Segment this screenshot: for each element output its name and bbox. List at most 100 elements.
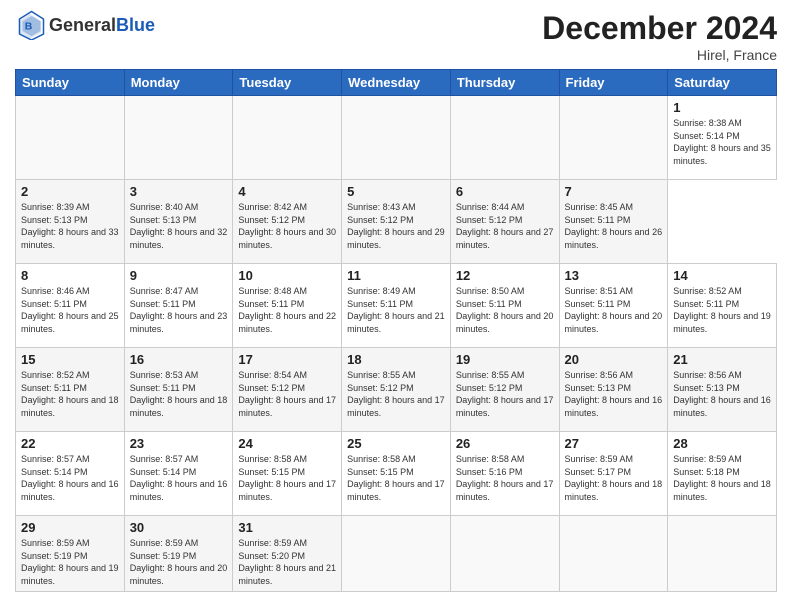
- day-info: Sunrise: 8:43 AMSunset: 5:12 PMDaylight:…: [347, 202, 445, 250]
- day-info: Sunrise: 8:52 AMSunset: 5:11 PMDaylight:…: [673, 286, 771, 334]
- day-info: Sunrise: 8:40 AMSunset: 5:13 PMDaylight:…: [130, 202, 228, 250]
- month-title: December 2024: [542, 10, 777, 47]
- svg-text:B: B: [25, 21, 33, 33]
- day-info: Sunrise: 8:58 AMSunset: 5:15 PMDaylight:…: [238, 454, 336, 502]
- table-row: [559, 516, 668, 592]
- table-row: 31 Sunrise: 8:59 AMSunset: 5:20 PMDaylig…: [233, 516, 342, 592]
- day-info: Sunrise: 8:55 AMSunset: 5:12 PMDaylight:…: [347, 370, 445, 418]
- day-number: 2: [21, 184, 119, 199]
- day-number: 18: [347, 352, 445, 367]
- day-info: Sunrise: 8:50 AMSunset: 5:11 PMDaylight:…: [456, 286, 554, 334]
- title-area: December 2024 Hirel, France: [542, 10, 777, 63]
- col-thursday: Thursday: [450, 70, 559, 96]
- day-number: 31: [238, 520, 336, 535]
- table-row: 15 Sunrise: 8:52 AMSunset: 5:11 PMDaylig…: [16, 348, 125, 432]
- table-row: 14 Sunrise: 8:52 AMSunset: 5:11 PMDaylig…: [668, 264, 777, 348]
- day-number: 7: [565, 184, 663, 199]
- day-number: 8: [21, 268, 119, 283]
- table-row: 20 Sunrise: 8:56 AMSunset: 5:13 PMDaylig…: [559, 348, 668, 432]
- table-row: [450, 96, 559, 180]
- table-row: 9 Sunrise: 8:47 AMSunset: 5:11 PMDayligh…: [124, 264, 233, 348]
- day-number: 22: [21, 436, 119, 451]
- day-info: Sunrise: 8:51 AMSunset: 5:11 PMDaylight:…: [565, 286, 663, 334]
- col-wednesday: Wednesday: [342, 70, 451, 96]
- day-number: 25: [347, 436, 445, 451]
- day-number: 1: [673, 100, 771, 115]
- logo: B GeneralBlue: [15, 10, 155, 40]
- day-info: Sunrise: 8:55 AMSunset: 5:12 PMDaylight:…: [456, 370, 554, 418]
- day-number: 20: [565, 352, 663, 367]
- day-number: 14: [673, 268, 771, 283]
- logo-blue: Blue: [116, 15, 155, 35]
- table-row: 19 Sunrise: 8:55 AMSunset: 5:12 PMDaylig…: [450, 348, 559, 432]
- table-row: [124, 96, 233, 180]
- day-number: 11: [347, 268, 445, 283]
- day-info: Sunrise: 8:59 AMSunset: 5:20 PMDaylight:…: [238, 538, 336, 586]
- day-number: 12: [456, 268, 554, 283]
- day-info: Sunrise: 8:56 AMSunset: 5:13 PMDaylight:…: [565, 370, 663, 418]
- table-row: 26 Sunrise: 8:58 AMSunset: 5:16 PMDaylig…: [450, 432, 559, 516]
- col-tuesday: Tuesday: [233, 70, 342, 96]
- table-row: 12 Sunrise: 8:50 AMSunset: 5:11 PMDaylig…: [450, 264, 559, 348]
- day-number: 27: [565, 436, 663, 451]
- day-number: 21: [673, 352, 771, 367]
- day-info: Sunrise: 8:59 AMSunset: 5:17 PMDaylight:…: [565, 454, 663, 502]
- table-row: 2 Sunrise: 8:39 AMSunset: 5:13 PMDayligh…: [16, 180, 125, 264]
- day-number: 5: [347, 184, 445, 199]
- table-row: 29 Sunrise: 8:59 AMSunset: 5:19 PMDaylig…: [16, 516, 125, 592]
- table-row: 3 Sunrise: 8:40 AMSunset: 5:13 PMDayligh…: [124, 180, 233, 264]
- day-info: Sunrise: 8:45 AMSunset: 5:11 PMDaylight:…: [565, 202, 663, 250]
- day-info: Sunrise: 8:59 AMSunset: 5:19 PMDaylight:…: [130, 538, 228, 586]
- page-container: B GeneralBlue December 2024 Hirel, Franc…: [0, 0, 792, 602]
- day-info: Sunrise: 8:46 AMSunset: 5:11 PMDaylight:…: [21, 286, 119, 334]
- day-number: 4: [238, 184, 336, 199]
- day-number: 30: [130, 520, 228, 535]
- day-number: 26: [456, 436, 554, 451]
- table-row: 7 Sunrise: 8:45 AMSunset: 5:11 PMDayligh…: [559, 180, 668, 264]
- location: Hirel, France: [542, 47, 777, 63]
- day-info: Sunrise: 8:47 AMSunset: 5:11 PMDaylight:…: [130, 286, 228, 334]
- day-info: Sunrise: 8:58 AMSunset: 5:15 PMDaylight:…: [347, 454, 445, 502]
- day-number: 9: [130, 268, 228, 283]
- table-row: 22 Sunrise: 8:57 AMSunset: 5:14 PMDaylig…: [16, 432, 125, 516]
- day-info: Sunrise: 8:44 AMSunset: 5:12 PMDaylight:…: [456, 202, 554, 250]
- day-info: Sunrise: 8:59 AMSunset: 5:19 PMDaylight:…: [21, 538, 119, 586]
- table-row: 18 Sunrise: 8:55 AMSunset: 5:12 PMDaylig…: [342, 348, 451, 432]
- table-row: 8 Sunrise: 8:46 AMSunset: 5:11 PMDayligh…: [16, 264, 125, 348]
- table-row: 11 Sunrise: 8:49 AMSunset: 5:11 PMDaylig…: [342, 264, 451, 348]
- day-number: 28: [673, 436, 771, 451]
- table-row: [233, 96, 342, 180]
- table-row: 6 Sunrise: 8:44 AMSunset: 5:12 PMDayligh…: [450, 180, 559, 264]
- day-number: 23: [130, 436, 228, 451]
- col-sunday: Sunday: [16, 70, 125, 96]
- table-row: [342, 516, 451, 592]
- day-number: 6: [456, 184, 554, 199]
- header: B GeneralBlue December 2024 Hirel, Franc…: [15, 10, 777, 63]
- day-info: Sunrise: 8:53 AMSunset: 5:11 PMDaylight:…: [130, 370, 228, 418]
- col-saturday: Saturday: [668, 70, 777, 96]
- day-info: Sunrise: 8:59 AMSunset: 5:18 PMDaylight:…: [673, 454, 771, 502]
- day-number: 13: [565, 268, 663, 283]
- table-row: 5 Sunrise: 8:43 AMSunset: 5:12 PMDayligh…: [342, 180, 451, 264]
- day-number: 15: [21, 352, 119, 367]
- table-row: 28 Sunrise: 8:59 AMSunset: 5:18 PMDaylig…: [668, 432, 777, 516]
- day-info: Sunrise: 8:56 AMSunset: 5:13 PMDaylight:…: [673, 370, 771, 418]
- calendar-table: Sunday Monday Tuesday Wednesday Thursday…: [15, 69, 777, 592]
- logo-general: General: [49, 15, 116, 35]
- table-row: 13 Sunrise: 8:51 AMSunset: 5:11 PMDaylig…: [559, 264, 668, 348]
- day-number: 17: [238, 352, 336, 367]
- day-info: Sunrise: 8:57 AMSunset: 5:14 PMDaylight:…: [130, 454, 228, 502]
- table-row: [668, 516, 777, 592]
- table-row: 16 Sunrise: 8:53 AMSunset: 5:11 PMDaylig…: [124, 348, 233, 432]
- table-row: 27 Sunrise: 8:59 AMSunset: 5:17 PMDaylig…: [559, 432, 668, 516]
- day-number: 19: [456, 352, 554, 367]
- logo-icon: B: [15, 10, 45, 40]
- day-number: 16: [130, 352, 228, 367]
- day-info: Sunrise: 8:49 AMSunset: 5:11 PMDaylight:…: [347, 286, 445, 334]
- day-number: 24: [238, 436, 336, 451]
- day-info: Sunrise: 8:39 AMSunset: 5:13 PMDaylight:…: [21, 202, 119, 250]
- table-row: 1 Sunrise: 8:38 AMSunset: 5:14 PMDayligh…: [668, 96, 777, 180]
- day-info: Sunrise: 8:38 AMSunset: 5:14 PMDaylight:…: [673, 118, 771, 166]
- day-info: Sunrise: 8:58 AMSunset: 5:16 PMDaylight:…: [456, 454, 554, 502]
- table-row: 4 Sunrise: 8:42 AMSunset: 5:12 PMDayligh…: [233, 180, 342, 264]
